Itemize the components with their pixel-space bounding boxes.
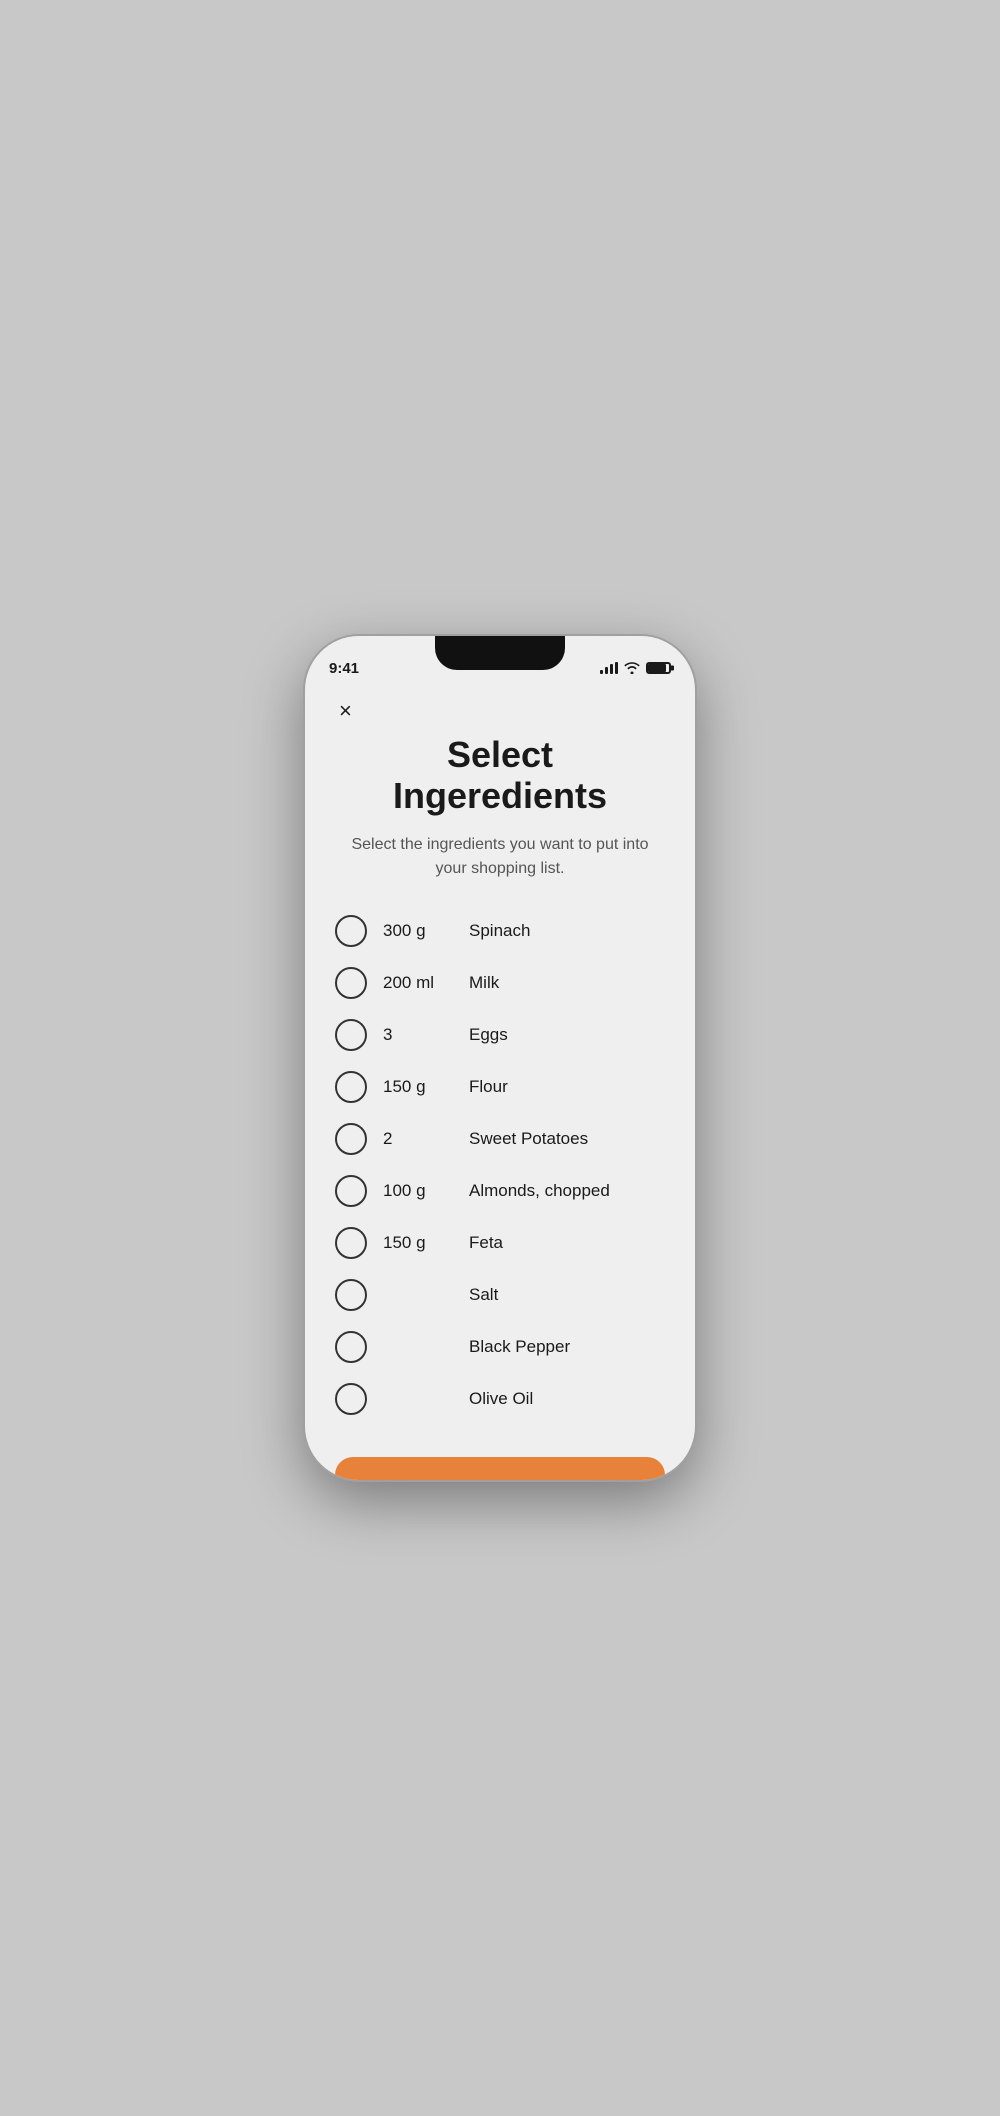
main-content: × SelectIngeredients Select the ingredie… [305, 686, 695, 1480]
list-item: 2 Sweet Potatoes [335, 1113, 665, 1165]
close-button[interactable]: × [335, 696, 356, 726]
ingredient-checkbox-7[interactable] [335, 1227, 367, 1259]
ingredient-name-1: Spinach [469, 921, 530, 941]
status-time: 9:41 [329, 660, 359, 677]
ingredient-name-4: Flour [469, 1077, 508, 1097]
phone-frame: 9:41 × SelectIngeredients [305, 636, 695, 1480]
ingredient-checkbox-5[interactable] [335, 1123, 367, 1155]
ingredient-quantity-7: 150 g [383, 1233, 453, 1253]
ingredient-quantity-1: 300 g [383, 921, 453, 941]
list-item: Olive Oil [335, 1373, 665, 1425]
ingredient-quantity-3: 3 [383, 1025, 453, 1045]
ingredient-quantity-6: 100 g [383, 1181, 453, 1201]
ingredient-name-3: Eggs [469, 1025, 508, 1045]
list-item: Salt [335, 1269, 665, 1321]
ingredient-name-9: Black Pepper [469, 1337, 570, 1357]
ingredient-checkbox-9[interactable] [335, 1331, 367, 1363]
list-item: 150 g Flour [335, 1061, 665, 1113]
list-item: 3 Eggs [335, 1009, 665, 1061]
ingredient-quantity-4: 150 g [383, 1077, 453, 1097]
ingredient-checkbox-3[interactable] [335, 1019, 367, 1051]
ingredients-list: 300 g Spinach 200 ml Milk 3 Eggs 150 g F… [335, 905, 665, 1425]
ingredient-checkbox-10[interactable] [335, 1383, 367, 1415]
ingredient-checkbox-6[interactable] [335, 1175, 367, 1207]
list-item: 300 g Spinach [335, 905, 665, 957]
wifi-icon [624, 662, 640, 674]
battery-icon [646, 662, 671, 674]
signal-icon [600, 662, 618, 674]
status-icons [600, 662, 671, 674]
list-item: 200 ml Milk [335, 957, 665, 1009]
list-item: 150 g Feta [335, 1217, 665, 1269]
ingredient-checkbox-8[interactable] [335, 1279, 367, 1311]
notch [435, 636, 565, 670]
list-item: 100 g Almonds, chopped [335, 1165, 665, 1217]
ingredient-quantity-2: 200 ml [383, 973, 453, 993]
ingredient-checkbox-4[interactable] [335, 1071, 367, 1103]
ingredient-name-7: Feta [469, 1233, 503, 1253]
ingredient-name-2: Milk [469, 973, 499, 993]
ingredient-checkbox-2[interactable] [335, 967, 367, 999]
page-subtitle: Select the ingredients you want to put i… [335, 833, 665, 881]
ingredient-name-5: Sweet Potatoes [469, 1129, 588, 1149]
list-item: Black Pepper [335, 1321, 665, 1373]
ingredient-quantity-5: 2 [383, 1129, 453, 1149]
page-title: SelectIngeredients [335, 734, 665, 817]
ingredient-checkbox-1[interactable] [335, 915, 367, 947]
ingredient-name-8: Salt [469, 1285, 498, 1305]
ingredient-name-10: Olive Oil [469, 1389, 533, 1409]
ingredient-name-6: Almonds, chopped [469, 1181, 610, 1201]
add-to-shopping-list-button[interactable]: Add to Shopping List [335, 1457, 665, 1480]
